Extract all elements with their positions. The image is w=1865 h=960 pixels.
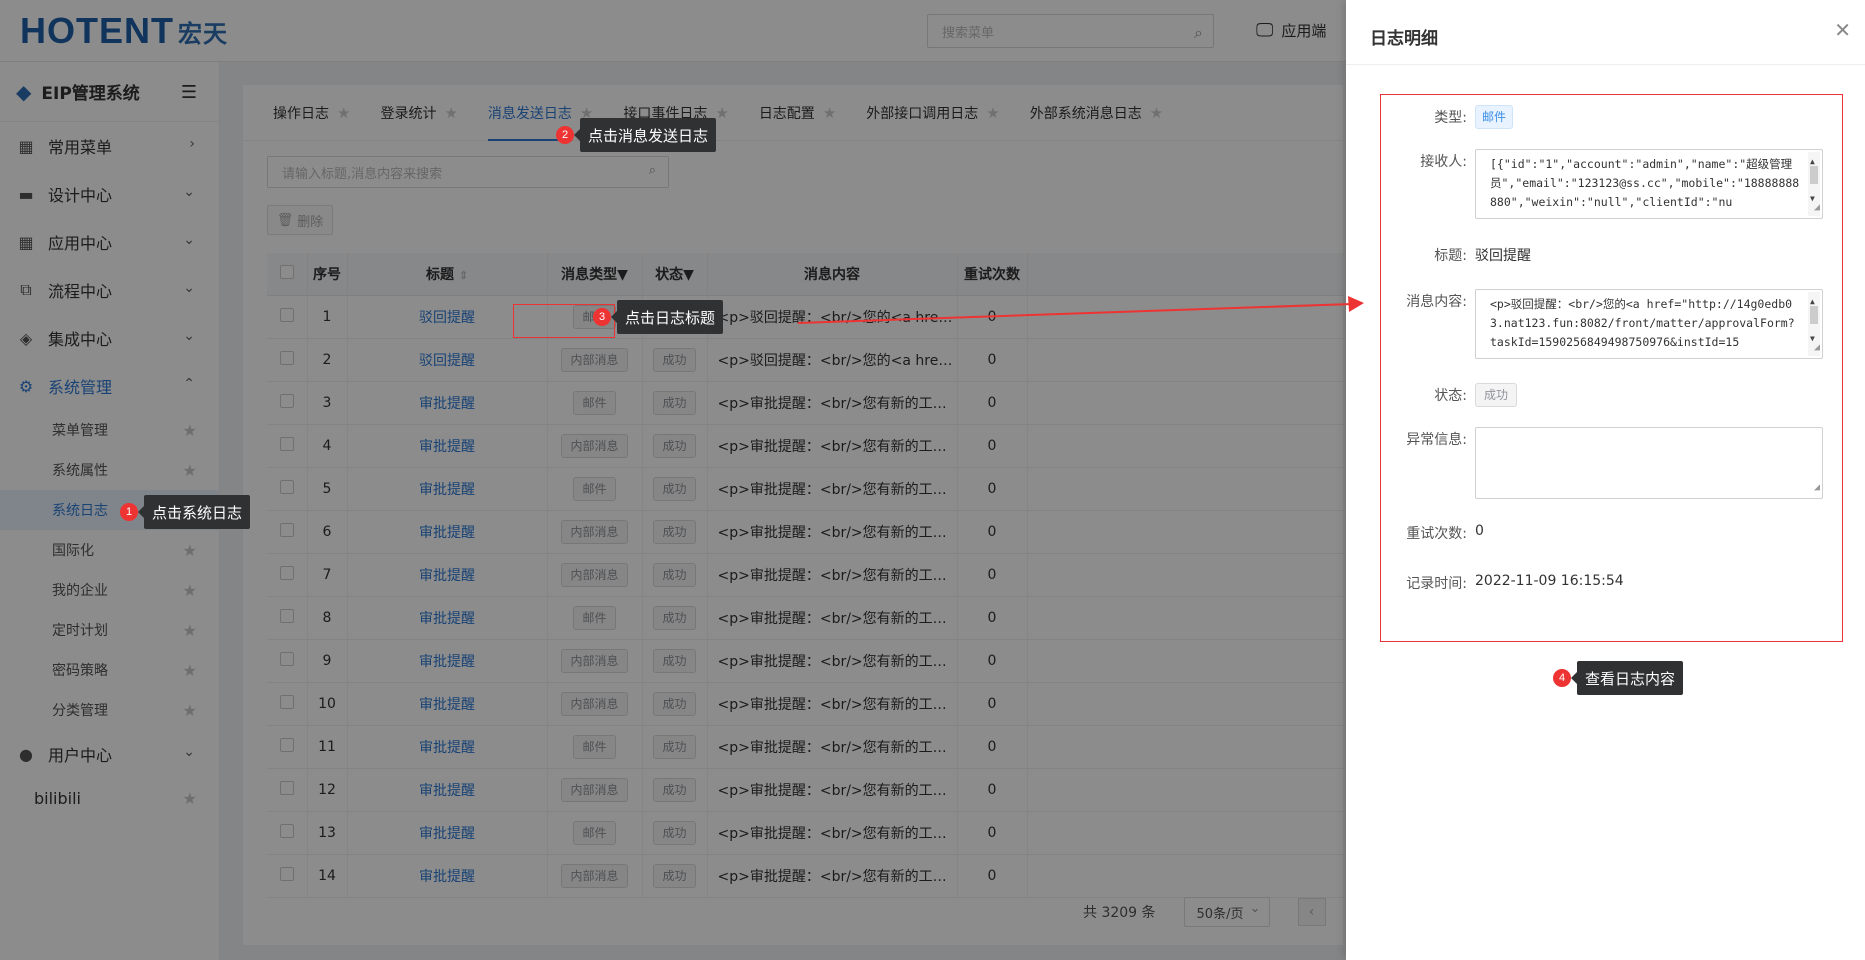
field-status: 状态: 成功 — [1381, 383, 1844, 409]
resize-handle[interactable]: ◢ — [1814, 198, 1820, 217]
log-detail-drawer: 日志明细 ✕ 类型: 邮件 接收人: [{"id":"1","account":… — [1346, 0, 1865, 960]
retry-value: 0 — [1475, 523, 1484, 539]
callout-1: 1 点击系统日志 — [120, 495, 251, 529]
callout-text: 点击消息发送日志 — [573, 118, 717, 152]
callout-text: 查看日志内容 — [1570, 661, 1684, 695]
field-receiver: 接收人: [{"id":"1","account":"admin","name"… — [1381, 149, 1844, 221]
field-label: 标题: — [1434, 248, 1467, 264]
resize-handle[interactable]: ◢ — [1814, 338, 1820, 357]
status-value: 成功 — [1475, 383, 1518, 407]
field-time: 记录时间: 2022-11-09 16:15:54 — [1381, 571, 1844, 595]
field-error: 异常信息: ◢ — [1381, 427, 1844, 501]
field-label: 消息内容: — [1406, 294, 1467, 310]
callout-number: 3 — [593, 308, 611, 326]
callout-number: 1 — [120, 503, 138, 521]
type-tag: 邮件 — [1475, 105, 1514, 129]
content-text: <p>驳回提醒：<br/>您的<a href="http://14g0edb03… — [1490, 297, 1795, 349]
field-content: 消息内容: <p>驳回提醒：<br/>您的<a href="http://14g… — [1381, 289, 1844, 361]
resize-handle[interactable]: ◢ — [1814, 478, 1820, 497]
callout-number: 2 — [556, 126, 574, 144]
callout-text: 点击日志标题 — [610, 300, 724, 334]
error-textarea[interactable]: ◢ — [1475, 427, 1823, 499]
field-label: 接收人: — [1420, 154, 1467, 170]
drawer-title: 日志明细 — [1370, 29, 1438, 49]
content-textarea[interactable]: <p>驳回提醒：<br/>您的<a href="http://14g0edb03… — [1475, 289, 1823, 359]
callout-number: 4 — [1553, 669, 1571, 687]
detail-form: 类型: 邮件 接收人: [{"id":"1","account":"admin"… — [1380, 94, 1843, 642]
app-root: HOTENT 宏天 搜索菜单 ⌕ 🖵 应用端 ◆ EIP管理系统 ☰ ▦ 常用菜… — [0, 0, 1865, 960]
callout-3: 3 点击日志标题 — [593, 300, 724, 334]
callout-4: 4 查看日志内容 — [1553, 661, 1684, 695]
callout-text: 点击系统日志 — [137, 495, 251, 529]
time-value: 2022-11-09 16:15:54 — [1475, 573, 1624, 589]
drawer-divider — [1346, 64, 1865, 65]
receiver-textarea[interactable]: [{"id":"1","account":"admin","name":"超级管… — [1475, 149, 1823, 219]
type-value: 邮件 — [1475, 105, 1514, 129]
field-label: 状态: — [1434, 388, 1467, 404]
field-label: 类型: — [1434, 110, 1467, 126]
field-label: 异常信息: — [1406, 432, 1467, 448]
field-label: 重试次数: — [1406, 526, 1467, 542]
status-tag: 成功 — [1475, 383, 1518, 407]
subject-value: 驳回提醒 — [1475, 248, 1531, 264]
close-icon[interactable]: ✕ — [1834, 18, 1851, 42]
field-retry: 重试次数: 0 — [1381, 521, 1844, 545]
field-subject: 标题: 驳回提醒 — [1381, 243, 1844, 267]
callout-2: 2 点击消息发送日志 — [556, 118, 717, 152]
receiver-text: [{"id":"1","account":"admin","name":"超级管… — [1490, 157, 1800, 209]
field-label: 记录时间: — [1406, 576, 1467, 592]
field-type: 类型: 邮件 — [1381, 105, 1844, 131]
